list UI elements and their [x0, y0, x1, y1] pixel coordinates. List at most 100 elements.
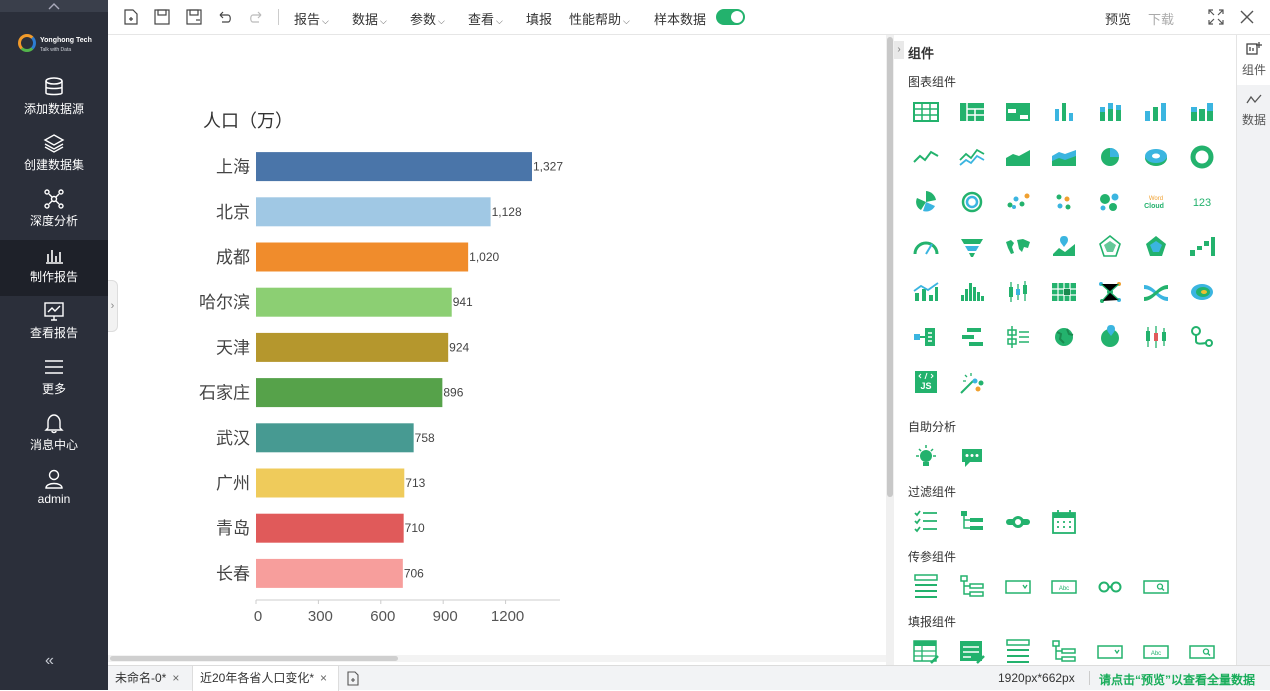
fill-form-icon[interactable] [957, 637, 987, 667]
boxplot-icon[interactable] [1003, 322, 1033, 352]
map-pin-icon[interactable] [1049, 232, 1079, 262]
close-icon[interactable] [1238, 8, 1256, 26]
calendar-filter-icon[interactable] [1049, 507, 1079, 537]
menu-data[interactable]: 数据 ⌵ [352, 9, 387, 28]
menu-fill[interactable]: 填报 [526, 9, 552, 28]
world-map-icon[interactable] [1003, 232, 1033, 262]
param-textbox-icon[interactable]: Abc [1049, 572, 1079, 602]
fill-tree-icon[interactable] [1049, 637, 1079, 667]
gauge-icon[interactable] [911, 232, 941, 262]
collapse-panel-icon[interactable]: › [894, 41, 904, 59]
fill-dropdown-icon[interactable] [1095, 637, 1125, 667]
bar-icon[interactable] [1049, 97, 1079, 127]
dot-matrix-icon[interactable] [1049, 187, 1079, 217]
param-search-icon[interactable] [1141, 572, 1171, 602]
scroll-thumb[interactable] [110, 656, 398, 661]
doc-tab-population[interactable]: 近20年各省人口变化* × [192, 666, 339, 691]
thermal-map-icon[interactable] [1187, 277, 1217, 307]
redo-icon[interactable] [247, 8, 265, 26]
collapse-up-icon[interactable] [0, 0, 108, 12]
chat-assistant-icon[interactable] [957, 443, 987, 473]
fill-textbox-icon[interactable]: Abc [1141, 637, 1171, 667]
horizontal-scrollbar[interactable] [108, 655, 886, 662]
undo-icon[interactable] [216, 8, 234, 26]
param-dropdown-icon[interactable] [1003, 572, 1033, 602]
doc-tab-unnamed[interactable]: 未命名-0* × [108, 666, 192, 691]
collapse-sidebar-icon[interactable]: « [45, 652, 54, 670]
report-canvas[interactable]: › 人口（万） 上海 1,327 北京 1,128 成都 1,020 哈尔滨 941 天津 924 石… [108, 35, 894, 665]
scroll-thumb[interactable] [887, 37, 893, 497]
sankey-icon[interactable] [1141, 277, 1171, 307]
table-icon[interactable] [911, 97, 941, 127]
nav-add-datasource[interactable]: 添加数据源 [0, 72, 108, 128]
line-icon[interactable] [911, 142, 941, 172]
funnel-icon[interactable] [957, 232, 987, 262]
stock-icon[interactable] [1141, 322, 1171, 352]
magic-wand-icon[interactable] [957, 367, 987, 397]
nav-user[interactable]: admin [0, 464, 108, 520]
gantt-icon[interactable] [957, 322, 987, 352]
fill-search-icon[interactable] [1187, 637, 1217, 667]
nav-deep-analysis[interactable]: 深度分析 [0, 184, 108, 240]
save-as-icon[interactable] [185, 8, 203, 26]
freestyle-table-icon[interactable] [1003, 97, 1033, 127]
nav-more[interactable]: 更多 [0, 352, 108, 408]
vertical-scrollbar[interactable] [886, 35, 894, 665]
donut-3d-icon[interactable] [1141, 142, 1171, 172]
menu-report[interactable]: 报告 ⌵ [294, 9, 329, 28]
close-tab-icon[interactable]: × [320, 671, 327, 685]
radar-icon[interactable] [1095, 232, 1125, 262]
stacked-bar-icon[interactable] [1095, 97, 1125, 127]
sample-data-toggle[interactable] [716, 9, 745, 25]
nav-message-center[interactable]: 消息中心 [0, 408, 108, 464]
tab-components[interactable]: 组件 [1237, 35, 1270, 85]
scatter-icon[interactable] [1003, 187, 1033, 217]
tab-data[interactable]: 数据 [1237, 85, 1270, 135]
menu-view[interactable]: 查看 ⌵ [468, 9, 503, 28]
flow-icon[interactable] [911, 322, 941, 352]
stacked-area-icon[interactable] [1049, 142, 1079, 172]
polygon-radar-icon[interactable] [1141, 232, 1171, 262]
param-range-slider-icon[interactable] [1095, 572, 1125, 602]
ring-icon[interactable] [1187, 142, 1217, 172]
globe-icon[interactable] [1049, 322, 1079, 352]
menu-performance-help[interactable]: 性能帮助 ⌵ [569, 9, 630, 28]
new-report-icon[interactable] [122, 8, 140, 26]
3d-stacked-bar-icon[interactable] [1187, 97, 1217, 127]
slider-filter-icon[interactable] [1003, 507, 1033, 537]
nav-view-report[interactable]: 查看报告 [0, 296, 108, 352]
network-graph-icon[interactable] [1095, 277, 1125, 307]
javascript-icon[interactable]: JS [911, 367, 941, 397]
geo-map-icon[interactable] [1095, 322, 1125, 352]
checklist-filter-icon[interactable] [911, 507, 941, 537]
param-list-icon[interactable] [911, 572, 941, 602]
waterfall-icon[interactable] [1187, 232, 1217, 262]
fill-table-icon[interactable] [911, 637, 941, 667]
expand-left-handle[interactable]: › [108, 280, 118, 332]
fullscreen-icon[interactable] [1207, 8, 1225, 26]
histogram-icon[interactable] [957, 277, 987, 307]
nav-make-report[interactable]: 制作报告 [0, 240, 108, 296]
pie-icon[interactable] [1095, 142, 1125, 172]
preview-button[interactable]: 预览 [1105, 9, 1131, 28]
insight-bulb-icon[interactable] [911, 443, 941, 473]
param-tree-icon[interactable] [957, 572, 987, 602]
nav-create-dataset[interactable]: 创建数据集 [0, 128, 108, 184]
route-map-icon[interactable] [1187, 322, 1217, 352]
bubble-icon[interactable] [1095, 187, 1125, 217]
crosstab-icon[interactable] [957, 97, 987, 127]
population-bar-chart[interactable]: 人口（万） 上海 1,327 北京 1,128 成都 1,020 哈尔滨 941 天津 924 石家庄… [198, 105, 578, 625]
area-icon[interactable] [1003, 142, 1033, 172]
close-tab-icon[interactable]: × [172, 671, 179, 685]
combo-chart-icon[interactable] [911, 277, 941, 307]
rose-pie-icon[interactable] [911, 187, 941, 217]
heatmap-icon[interactable] [1049, 277, 1079, 307]
number-card-icon[interactable]: 123 [1187, 187, 1217, 217]
fill-list-icon[interactable] [1003, 637, 1033, 667]
candlestick-icon[interactable] [1003, 277, 1033, 307]
download-button[interactable]: 下载 [1148, 9, 1174, 28]
new-document-icon[interactable] [346, 671, 360, 686]
tree-filter-icon[interactable] [957, 507, 987, 537]
menu-params[interactable]: 参数 ⌵ [410, 9, 445, 28]
save-icon[interactable] [153, 8, 171, 26]
